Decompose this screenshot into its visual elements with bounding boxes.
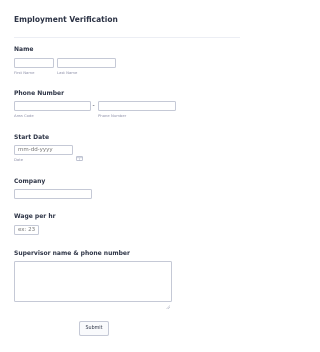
resize-grip-icon[interactable] bbox=[166, 296, 171, 310]
wage-label: Wage per hr bbox=[14, 213, 56, 220]
phone-number-input[interactable] bbox=[98, 101, 176, 111]
phone-number-label: Phone Number bbox=[14, 90, 65, 97]
phone-separator: - bbox=[92, 102, 95, 109]
supervisor-label: Supervisor name & phone number bbox=[14, 250, 130, 257]
wage-input[interactable] bbox=[14, 225, 39, 235]
submit-button[interactable]: Submit bbox=[79, 321, 109, 336]
supervisor-textarea[interactable] bbox=[14, 261, 172, 310]
header-divider bbox=[14, 37, 240, 38]
last-name-sublabel: Last Name bbox=[57, 69, 78, 75]
area-code-input[interactable] bbox=[14, 101, 91, 111]
form-title: Employment Verification bbox=[14, 15, 118, 24]
company-input[interactable] bbox=[14, 189, 92, 199]
area-code-sublabel: Area Code bbox=[14, 113, 34, 118]
start-date-sublabel: Date bbox=[14, 157, 24, 162]
company-label: Company bbox=[14, 178, 46, 185]
start-date-input[interactable] bbox=[14, 145, 73, 155]
first-name-sublabel: First Name bbox=[14, 69, 35, 75]
calendar-icon[interactable] bbox=[76, 148, 83, 161]
phone-number-sublabel: Phone Number bbox=[98, 113, 127, 118]
first-name-input[interactable] bbox=[14, 58, 54, 68]
name-label: Name bbox=[14, 46, 34, 53]
last-name-input[interactable] bbox=[57, 58, 116, 68]
start-date-label: Start Date bbox=[14, 134, 50, 141]
